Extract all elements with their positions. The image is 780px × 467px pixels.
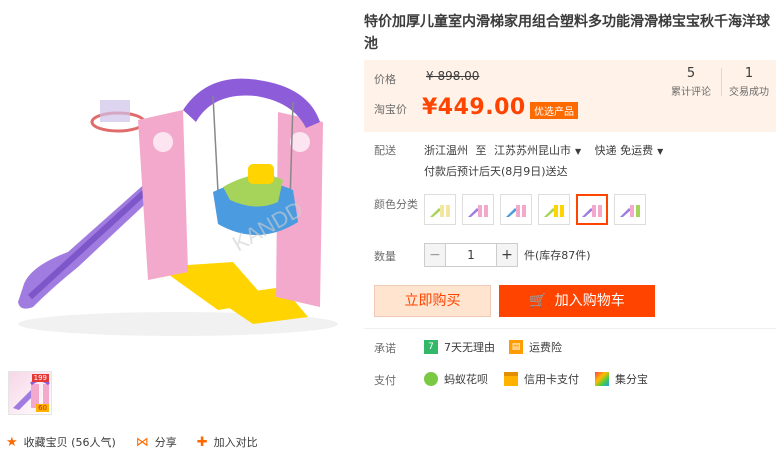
price-panel: 价格 ¥ 898.00 淘宝价 ¥449.00 优选产品 5 累计评论 1 交易…	[364, 60, 776, 132]
color-swatch[interactable]	[614, 194, 646, 225]
huabei-icon	[424, 372, 438, 386]
ship-destination-select[interactable]: 江苏苏州昆山市 ▼	[494, 144, 585, 157]
promise-list: 7 7天无理由 ▤ 运费险	[424, 339, 562, 355]
quantity-plus-button[interactable]: +	[496, 243, 518, 267]
add-to-cart-button[interactable]: 🛒 加入购物车	[499, 285, 655, 317]
share-label: 分享	[154, 436, 177, 449]
thumbnail-price-tag: 199	[31, 374, 49, 382]
buy-now-button[interactable]: 立即购买	[374, 285, 491, 317]
original-price-label: 价格	[374, 73, 396, 86]
ship-to-word: 至	[475, 144, 487, 157]
ship-method-select[interactable]: 快递 免运费 ▼	[595, 144, 668, 157]
swatch-thumbnail	[544, 204, 564, 217]
review-count-label: 累计评论	[671, 87, 711, 98]
shipping-insurance-icon: ▤	[509, 340, 523, 354]
quantity-label: 数量	[374, 250, 396, 263]
thumbnail-discount-tag: 60	[36, 404, 49, 412]
review-count-value: 5	[686, 66, 696, 81]
credit-card-icon	[504, 372, 518, 386]
color-swatch-list	[424, 194, 652, 225]
swatch-thumbnail	[430, 204, 450, 217]
shipping-info: 浙江温州 至 江苏苏州昆山市 ▼ 快递 免运费 ▼	[424, 142, 667, 158]
payment-huabei[interactable]: 蚂蚁花呗	[424, 371, 488, 387]
swatch-thumbnail	[620, 204, 640, 217]
delivery-estimate: 付款后预计后天(8月9日)送达	[424, 165, 568, 178]
color-swatch[interactable]	[424, 194, 456, 225]
payment-label: 支付	[374, 374, 396, 387]
caret-down-icon: ▼	[657, 147, 664, 156]
promise-item-return[interactable]: 7天无理由	[444, 339, 495, 355]
payment-list: 蚂蚁花呗 信用卡支付 集分宝	[424, 371, 664, 387]
star-icon: ★	[6, 434, 18, 450]
stock-info: 件(库存87件)	[524, 249, 591, 262]
cart-icon: 🛒	[529, 293, 547, 309]
compare-label: 加入对比	[213, 436, 258, 449]
ship-destination: 江苏苏州昆山市	[494, 144, 571, 157]
featured-badge: 优选产品	[530, 102, 578, 119]
promise-label: 承诺	[374, 342, 396, 355]
plus-icon: ✚	[196, 434, 208, 450]
favorite-action[interactable]: ★ 收藏宝贝 (56人气)	[6, 434, 116, 450]
transaction-count-value: 1	[744, 66, 754, 81]
jifenbao-icon	[595, 372, 609, 386]
item-actions-bar: ★ 收藏宝贝 (56人气) ⋈ 分享 ✚ 加入对比	[6, 434, 278, 450]
swatch-thumbnail	[582, 204, 602, 217]
swatch-thumbnail	[506, 204, 526, 217]
color-swatch-selected[interactable]	[576, 194, 608, 225]
color-label: 颜色分类	[374, 198, 418, 211]
color-swatch[interactable]	[538, 194, 570, 225]
share-action[interactable]: ⋈ 分享	[136, 434, 177, 450]
ship-method: 快递 免运费	[594, 144, 654, 157]
color-swatch[interactable]	[500, 194, 532, 225]
payment-jifenbao-label: 集分宝	[615, 373, 648, 386]
payment-huabei-label: 蚂蚁花呗	[444, 373, 488, 386]
transaction-count-label: 交易成功	[729, 87, 769, 98]
promise-item-insurance[interactable]: 运费险	[529, 339, 562, 355]
shipping-label: 配送	[374, 144, 396, 157]
swatch-thumbnail	[468, 204, 488, 217]
payment-jifenbao[interactable]: 集分宝	[595, 371, 648, 387]
add-to-cart-label: 加入购物车	[554, 293, 625, 309]
current-price-label: 淘宝价	[374, 103, 407, 116]
seven-day-return-icon: 7	[424, 340, 438, 354]
thumbnail-image[interactable]: 199 60	[8, 371, 52, 415]
color-swatch[interactable]	[462, 194, 494, 225]
payment-credit-card-label: 信用卡支付	[524, 373, 579, 386]
ship-from: 浙江温州	[424, 144, 468, 157]
favorite-label: 收藏宝贝 (56人气)	[23, 436, 116, 449]
share-icon: ⋈	[135, 434, 149, 450]
quantity-stepper: − 1 + 件(库存87件)	[424, 243, 591, 267]
product-main-image[interactable]: KANDD	[8, 62, 348, 347]
current-price: ¥449.00	[422, 95, 526, 120]
quantity-minus-button[interactable]: −	[424, 243, 446, 267]
quantity-input[interactable]: 1	[446, 243, 496, 267]
transaction-count-stat[interactable]: 1 交易成功	[722, 66, 776, 98]
original-price: ¥ 898.00	[426, 69, 480, 83]
product-title: 特价加厚儿童室内滑梯家用组合塑料多功能滑滑梯宝宝秋千海洋球池	[364, 14, 770, 52]
compare-action[interactable]: ✚ 加入对比	[197, 434, 258, 450]
section-divider	[364, 328, 776, 329]
caret-down-icon: ▼	[575, 147, 582, 156]
review-count-stat[interactable]: 5 累计评论	[662, 66, 720, 98]
payment-credit-card[interactable]: 信用卡支付	[504, 371, 579, 387]
